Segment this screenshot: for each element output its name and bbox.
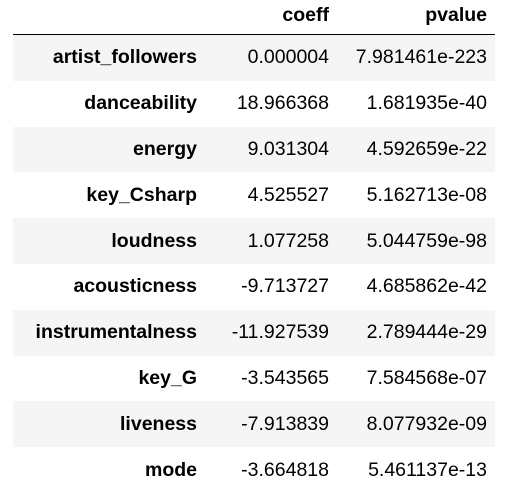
- row-label: mode: [144, 458, 197, 481]
- row-label: key_Csharp: [86, 183, 197, 206]
- coeff-cell: -7.913839: [241, 412, 329, 435]
- table-body: artist_followers 0.000004 7.981461e-223 …: [13, 34, 495, 493]
- pvalue-cell: 5.044759e-98: [366, 229, 487, 252]
- table-row: mode -3.664818 5.461137e-13: [13, 447, 495, 493]
- column-header-pvalue: pvalue: [425, 3, 487, 26]
- table-row: instrumentalness -11.927539 2.789444e-29: [13, 309, 495, 356]
- coeff-cell: 9.031304: [247, 137, 329, 160]
- coeff-cell: 4.525527: [247, 183, 329, 206]
- coeff-cell: -3.664818: [241, 458, 329, 481]
- coeff-cell: -3.543565: [241, 366, 329, 389]
- row-label: acousticness: [73, 275, 197, 298]
- row-label: key_G: [138, 366, 197, 389]
- coeff-cell: 1.077258: [247, 229, 329, 252]
- coeff-cell: -11.927539: [231, 321, 329, 344]
- coeff-cell: 0.000004: [247, 46, 329, 69]
- pvalue-cell: 5.162713e-08: [366, 183, 487, 206]
- table-header: coeff pvalue: [13, 0, 495, 35]
- table-row: key_G -3.543565 7.584568e-07: [13, 355, 495, 402]
- row-label: loudness: [111, 229, 197, 252]
- pvalue-cell: 7.981461e-223: [355, 46, 487, 69]
- row-label: artist_followers: [52, 46, 197, 69]
- header-row: coeff pvalue: [13, 0, 495, 35]
- pvalue-cell: 2.789444e-29: [366, 321, 487, 344]
- table-row: artist_followers 0.000004 7.981461e-223: [13, 34, 495, 81]
- coefficients-table: coeff pvalue artist_followers 0.000004 7…: [13, 0, 495, 493]
- table-row: key_Csharp 4.525527 5.162713e-08: [13, 172, 495, 219]
- table-row: energy 9.031304 4.592659e-22: [13, 126, 495, 173]
- table-row: liveness -7.913839 8.077932e-09: [13, 401, 495, 448]
- pvalue-cell: 7.584568e-07: [366, 366, 487, 389]
- row-label: liveness: [120, 412, 197, 435]
- pvalue-cell: 8.077932e-09: [366, 412, 487, 435]
- table-row: loudness 1.077258 5.044759e-98: [13, 218, 495, 264]
- pvalue-cell: 1.681935e-40: [366, 92, 487, 115]
- row-label: instrumentalness: [35, 321, 197, 344]
- index-header: [13, 0, 205, 35]
- dataframe-output: coeff pvalue artist_followers 0.000004 7…: [0, 0, 508, 494]
- column-header-coeff: coeff: [282, 3, 329, 26]
- pvalue-cell: 4.592659e-22: [366, 137, 487, 160]
- table-row: danceability 18.966368 1.681935e-40: [13, 80, 495, 127]
- table-row: acousticness -9.713727 4.685862e-42: [13, 263, 495, 310]
- coeff-cell: -9.713727: [241, 275, 329, 298]
- coeff-cell: 18.966368: [236, 92, 329, 115]
- pvalue-cell: 5.461137e-13: [368, 458, 487, 481]
- row-label: danceability: [84, 92, 197, 115]
- pvalue-cell: 4.685862e-42: [366, 275, 487, 298]
- row-label: energy: [133, 137, 197, 160]
